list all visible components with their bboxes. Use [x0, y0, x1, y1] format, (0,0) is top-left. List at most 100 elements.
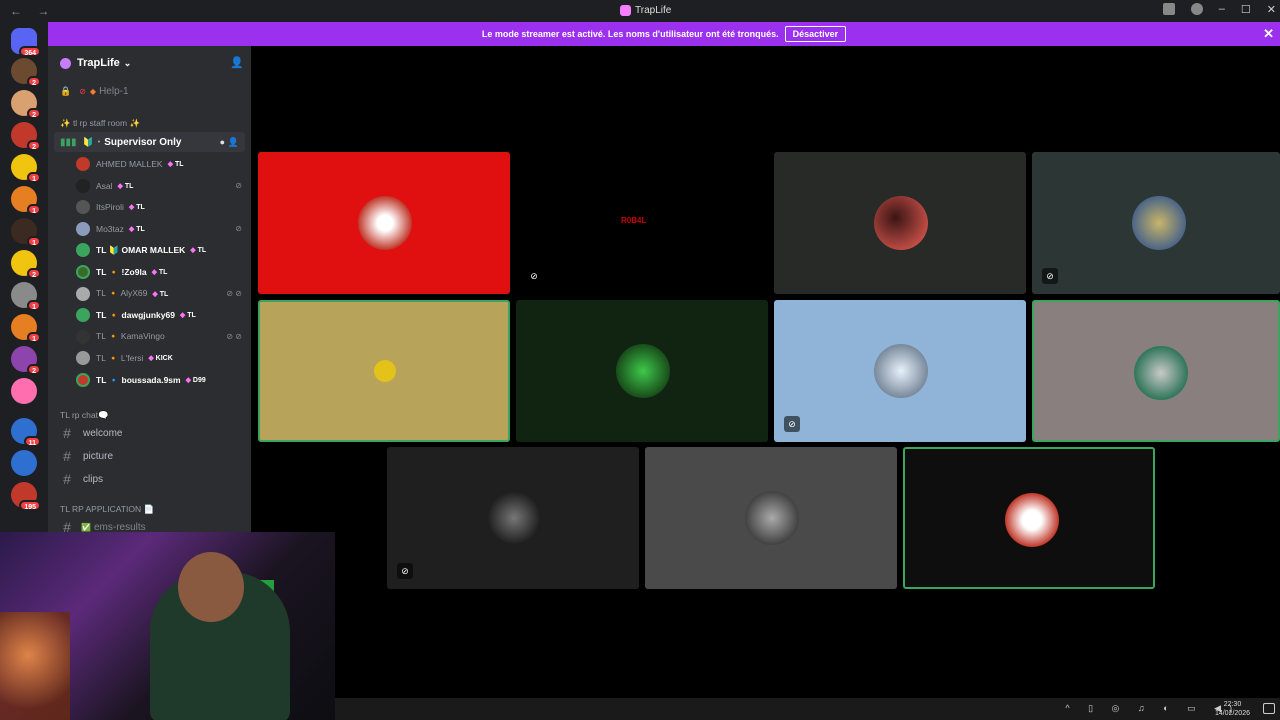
voice-user[interactable]: Asal ◆ TL ⊘: [76, 176, 246, 196]
server-icon[interactable]: 1: [11, 314, 41, 343]
user-name: TL 🔰 OMAR MALLEK: [96, 244, 186, 255]
channel-ems-results[interactable]: # ✅ ems-results: [48, 518, 251, 532]
server-icon[interactable]: 1: [11, 282, 41, 311]
server-icon[interactable]: 2: [11, 122, 41, 151]
check-icon: ✅: [81, 522, 91, 532]
channel-picture[interactable]: # picture: [48, 445, 251, 467]
guild-icon: [60, 57, 71, 69]
channel-help[interactable]: 🔒 ⊘ ◆ Help-1: [48, 82, 251, 100]
gem-icon: ◆: [185, 377, 193, 384]
participant-tile[interactable]: [258, 152, 510, 294]
maximize-button[interactable]: ☐: [1241, 3, 1251, 16]
mention-badge: 11: [23, 436, 41, 447]
participant-tile[interactable]: [774, 152, 1026, 294]
server-list: 364 2 2 2 1 1 1 2 1 1 2 11 195: [0, 22, 48, 532]
voice-user[interactable]: TL 🔹 boussada.9sm ◆ D99: [76, 370, 246, 390]
server-icon[interactable]: 2: [11, 58, 41, 87]
help-icon[interactable]: [1190, 3, 1203, 15]
gem-icon: ◆: [151, 269, 159, 276]
voice-user[interactable]: TL 🔸 KamaVingo ⊘ ⊘: [76, 327, 246, 347]
server-icon[interactable]: 2: [11, 346, 41, 375]
system-tray-icons[interactable]: ^ ▯ ◎ ♫ ◐ ▭ ◀): [1065, 703, 1240, 714]
notification-icon[interactable]: [1263, 703, 1275, 714]
server-icon[interactable]: 11: [11, 418, 41, 447]
muted-icon: ⊘ ⊘: [226, 289, 242, 299]
voice-user[interactable]: ItsPiroli ◆ TL: [76, 197, 246, 217]
server-icon[interactable]: 1: [11, 218, 41, 247]
avatar: [76, 308, 90, 323]
role-tag-label: TL: [174, 161, 184, 168]
streamer-head: [178, 552, 244, 622]
voice-user[interactable]: TL 🔸 AlyX69 ◆ TL ⊘ ⊘: [76, 284, 246, 304]
mention-badge: 2: [27, 108, 41, 119]
server-icon[interactable]: 1: [11, 154, 41, 183]
muted-icon: ⊘ ⊘: [226, 332, 242, 342]
user-name: TL 🔹 boussada.9sm: [96, 374, 181, 385]
category-label: ✨ tl rp staff room ✨: [60, 117, 141, 128]
voice-user[interactable]: TL 🔸 dawgjunky69 ◆ TL: [76, 305, 246, 325]
avatar: [76, 200, 90, 215]
participant-tile[interactable]: [516, 300, 768, 442]
user-name: ItsPiroli: [96, 202, 124, 213]
avatar: [76, 243, 90, 258]
server-icon[interactable]: [11, 378, 37, 404]
category-application[interactable]: TL RP APPLICATION 📄: [48, 502, 251, 516]
avatar: [76, 329, 90, 344]
channel-welcome[interactable]: # welcome: [48, 422, 251, 444]
channel-label: picture: [83, 450, 114, 462]
avatar: [76, 286, 90, 301]
participant-tile[interactable]: R0B4L ⊘: [516, 152, 768, 294]
participant-tile[interactable]: ⊘: [774, 300, 1026, 442]
category-staff[interactable]: ✨ tl rp staff room ✨: [48, 116, 251, 130]
guild-header[interactable]: TrapLife ⌄ 👤: [48, 46, 251, 80]
voice-user[interactable]: TL 🔸 !Zo9la ◆ TL: [76, 262, 246, 282]
window-title: TrapLife: [620, 5, 671, 16]
server-icon[interactable]: 195: [11, 482, 41, 511]
participant-tile[interactable]: ⊘: [387, 447, 639, 589]
voice-channel-label: Supervisor Only: [104, 136, 182, 148]
close-window-button[interactable]: ✕: [1267, 3, 1276, 16]
inbox-icon[interactable]: [1162, 3, 1175, 15]
category-chat[interactable]: TL rp chat🗨️: [48, 408, 251, 422]
add-member-icon[interactable]: 👤: [228, 137, 239, 148]
gem-icon: ◆: [148, 355, 156, 363]
gem-icon: ◆: [117, 182, 125, 190]
channel-clips[interactable]: # clips: [48, 468, 251, 490]
server-icon[interactable]: 364: [11, 28, 41, 57]
mention-badge: 1: [27, 300, 41, 311]
participant-tile[interactable]: [903, 447, 1155, 589]
minimize-button[interactable]: –: [1219, 3, 1225, 16]
role-tag: ◆ TL: [190, 246, 206, 254]
participant-tile[interactable]: ⊘: [1032, 152, 1280, 294]
server-icon[interactable]: 1: [11, 186, 41, 215]
nav-arrows[interactable]: ← →: [10, 4, 55, 18]
deafened-icon: ⊘: [784, 416, 800, 432]
role-tag: ◆ TL: [129, 203, 145, 211]
disable-streamer-button[interactable]: Désactiver: [784, 26, 847, 42]
voice-channel-supervisor[interactable]: ▮▮▮ 🔰 • Supervisor Only ● 👤: [54, 132, 245, 152]
participant-tile[interactable]: [645, 447, 897, 589]
role-tag-label: TL: [197, 247, 207, 255]
guild-name: TrapLife: [77, 57, 120, 69]
voice-user[interactable]: Mo3taz ◆ TL ⊘: [76, 219, 246, 239]
banner-close-icon[interactable]: ✕: [1263, 26, 1274, 42]
mention-badge: 364: [19, 46, 41, 57]
voice-user[interactable]: TL 🔰 OMAR MALLEK ◆ TL: [76, 240, 246, 260]
chat-bubble-icon[interactable]: ●: [220, 137, 225, 147]
invite-user-icon[interactable]: 👤: [230, 56, 244, 69]
server-icon[interactable]: 2: [11, 90, 41, 119]
server-icon[interactable]: 2: [11, 250, 41, 279]
participant-tile[interactable]: [258, 300, 510, 442]
banner-message: Le mode streamer est activé. Les noms d'…: [481, 29, 779, 39]
taskbar-clock[interactable]: 22:30 14/02/2026: [1215, 700, 1250, 718]
server-icon[interactable]: [11, 450, 37, 476]
role-tag: ◆ TL: [152, 268, 168, 276]
role-tag-label: D99: [192, 377, 206, 384]
voice-user[interactable]: TL 🔸 L'fersi ◆ KICK: [76, 348, 246, 368]
avatar: [76, 178, 90, 193]
avatar: [1134, 346, 1188, 400]
participant-tile[interactable]: [1032, 300, 1280, 442]
avatar: [76, 351, 90, 366]
role-tag-label: TL: [136, 204, 145, 212]
voice-user[interactable]: AHMED MALLEK ◆ TL: [76, 154, 246, 174]
